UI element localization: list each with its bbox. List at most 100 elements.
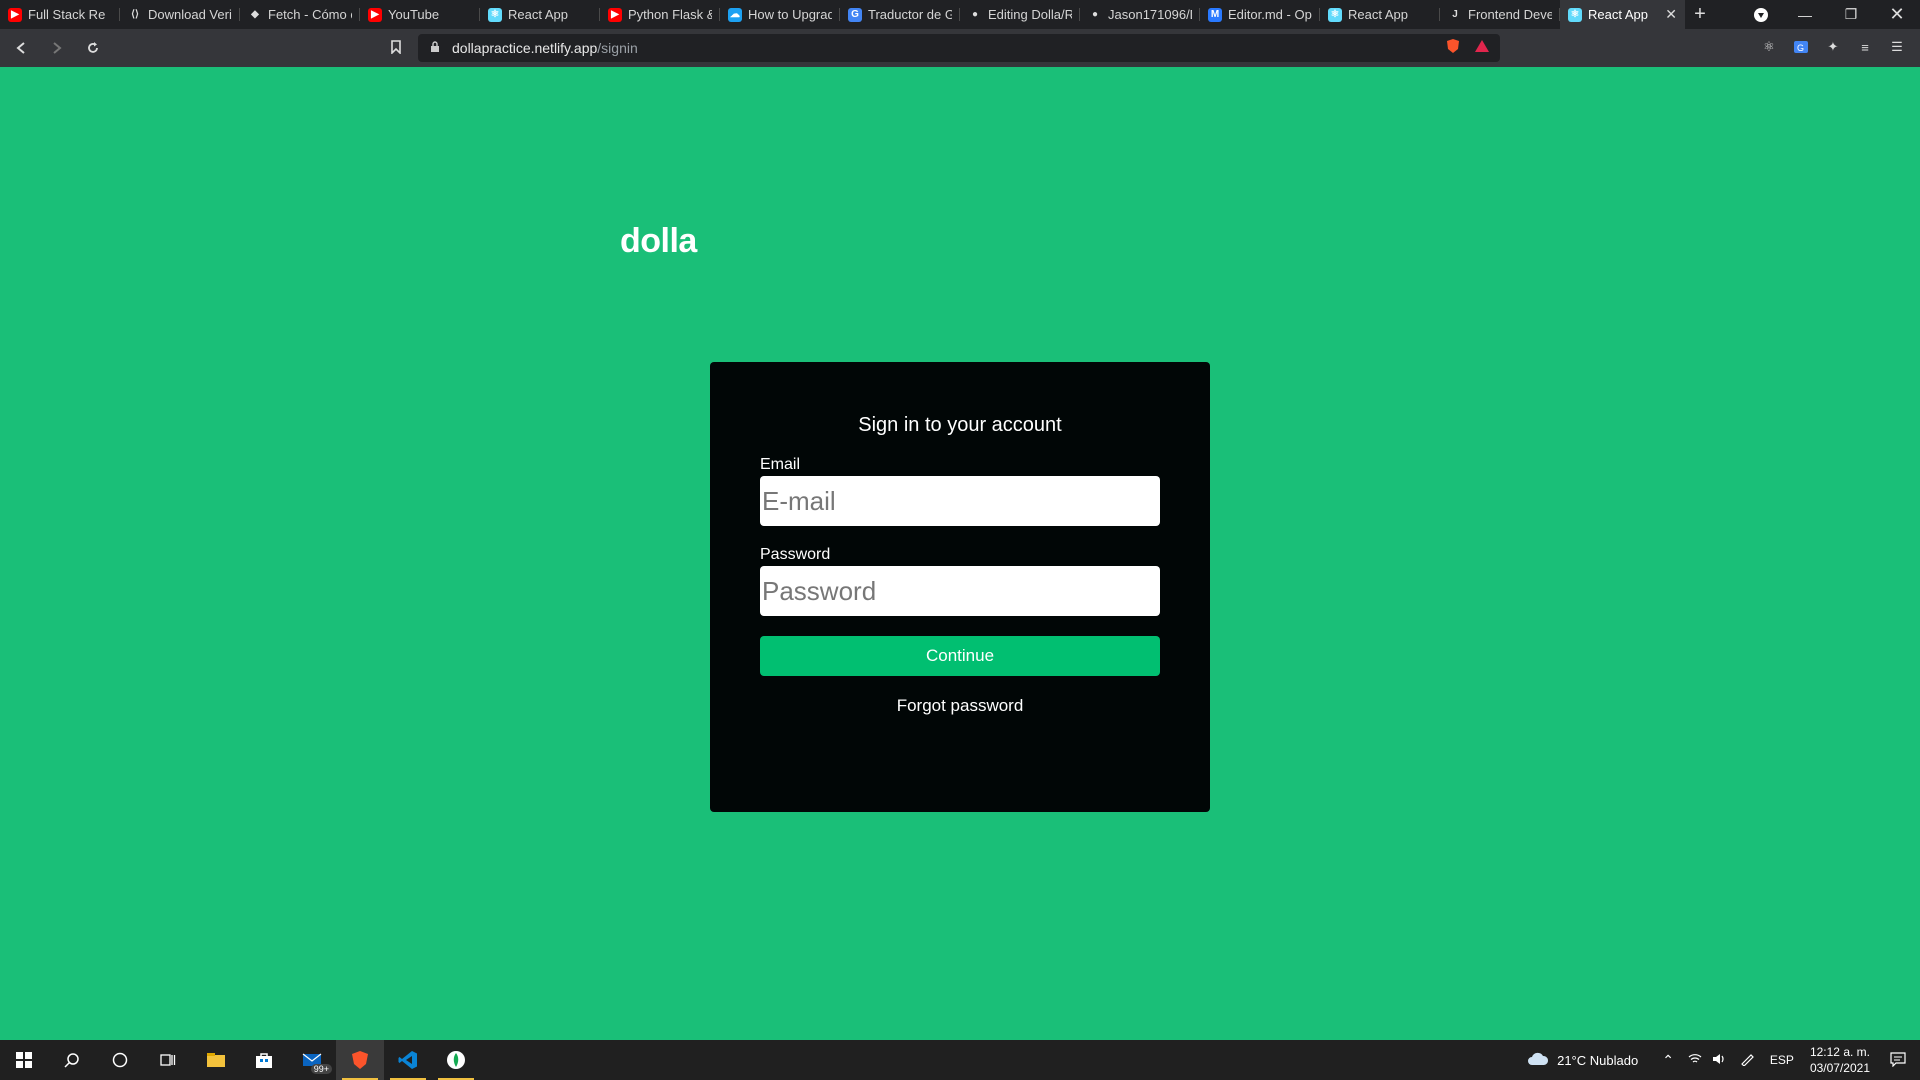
tab-label: Editor.md - Op — [1228, 7, 1312, 22]
tab-label: Fetch - Cómo c — [268, 7, 352, 22]
browser-tab[interactable]: ▶ Full Stack Re — [0, 0, 120, 29]
tab-label: React App — [1588, 7, 1648, 22]
forgot-password-link[interactable]: Forgot password — [710, 696, 1210, 716]
clock[interactable]: 12:12 a. m. 03/07/2021 — [1810, 1044, 1870, 1076]
password-label: Password — [760, 546, 831, 563]
brave-rewards-icon[interactable] — [1474, 39, 1490, 56]
signin-card: Sign in to your account Email Password C… — [710, 362, 1210, 812]
weather-cloud-icon[interactable] — [1527, 1052, 1549, 1069]
email-label: Email — [760, 456, 801, 473]
m-icon: M — [1208, 7, 1222, 22]
tab-label: Editing Dolla/R — [988, 7, 1072, 22]
tab-label: Python Flask & — [628, 7, 712, 22]
pen-icon[interactable] — [1740, 1052, 1754, 1069]
network-icon[interactable] — [1688, 1053, 1702, 1068]
continue-button[interactable]: Continue — [760, 636, 1160, 676]
diamond-icon: ◆ — [248, 7, 262, 22]
password-field[interactable] — [760, 566, 1160, 616]
mongodb-compass-icon[interactable] — [432, 1040, 480, 1080]
notifications-icon[interactable] — [1890, 1051, 1906, 1070]
restore-icon[interactable]: ❐ — [1828, 0, 1874, 29]
github-icon: ● — [1088, 7, 1102, 22]
browser-tab[interactable]: ☁ How to Upgrad — [720, 0, 840, 29]
translate-extension-icon[interactable]: G — [1792, 38, 1810, 56]
browser-tab-strip: ▶ Full Stack Re ⟨⟩ Download Verif ◆ Fetch - C… — [0, 0, 1920, 29]
youtube-icon: ▶ — [608, 7, 622, 22]
react-icon: ⚛ — [488, 7, 502, 22]
reload-icon[interactable] — [78, 33, 108, 63]
url-path: /signin — [597, 40, 638, 56]
svg-text:G: G — [1797, 43, 1804, 53]
translate-icon: G — [848, 7, 862, 22]
menu-icon[interactable]: ☰ — [1888, 38, 1906, 56]
tab-label: YouTube — [388, 7, 440, 22]
email-field[interactable] — [760, 476, 1160, 526]
cloud-icon: ☁ — [728, 7, 742, 22]
tab-label: React App — [1348, 7, 1408, 22]
bookmark-icon[interactable] — [390, 40, 402, 59]
playlist-icon[interactable]: ≡ — [1856, 38, 1874, 56]
github-icon: ● — [968, 7, 982, 22]
extensions-icon[interactable]: ✦ — [1824, 38, 1842, 56]
browser-tab[interactable]: ⚛ React App ✕ — [1560, 0, 1685, 29]
code-icon: ⟨⟩ — [128, 7, 142, 22]
card-title: Sign in to your account — [858, 414, 1062, 436]
search-icon[interactable] — [48, 1040, 96, 1080]
tab-label: Frontend Deve — [1468, 7, 1552, 22]
tab-label: How to Upgrad — [748, 7, 832, 22]
file-explorer-icon[interactable] — [192, 1040, 240, 1080]
tab-label: Traductor de G — [868, 7, 952, 22]
browser-tab[interactable]: ▶ Python Flask & — [600, 0, 720, 29]
react-icon: ⚛ — [1568, 7, 1582, 22]
brave-browser-icon[interactable] — [336, 1040, 384, 1080]
weather-text[interactable]: 21°C Nublado — [1557, 1053, 1638, 1068]
youtube-icon: ▶ — [368, 7, 382, 22]
back-icon[interactable] — [6, 33, 36, 63]
new-tab-button[interactable]: + — [1685, 3, 1715, 26]
close-window-icon[interactable]: ✕ — [1874, 0, 1920, 29]
tab-label: Full Stack Re — [28, 7, 106, 22]
mail-badge: 99+ — [310, 1064, 332, 1074]
browser-tab[interactable]: ⚛ React App — [480, 0, 600, 29]
j-icon: J — [1448, 7, 1462, 22]
tab-label: Download Verif — [148, 7, 232, 22]
clock-date: 03/07/2021 — [1809, 1061, 1870, 1075]
forward-icon[interactable] — [42, 33, 72, 63]
task-view-icon[interactable] — [144, 1040, 192, 1080]
language-indicator[interactable]: ESP — [1770, 1053, 1794, 1067]
youtube-icon: ▶ — [8, 7, 22, 22]
react-icon: ⚛ — [1328, 7, 1342, 22]
volume-icon[interactable] — [1712, 1053, 1726, 1068]
browser-tab[interactable]: ◆ Fetch - Cómo c — [240, 0, 360, 29]
minimize-icon[interactable]: — — [1782, 0, 1828, 29]
browser-tab[interactable]: ▶ YouTube — [360, 0, 480, 29]
clock-time: 12:12 a. m. — [1809, 1045, 1870, 1059]
tab-label: Jason171096/D — [1108, 7, 1192, 22]
browser-toolbar: dollapractice.netlify.app/signin ⚛ G ✦ ≡… — [0, 29, 1920, 67]
browser-tab[interactable]: ⟨⟩ Download Verif — [120, 0, 240, 29]
browser-tab[interactable]: ● Jason171096/D — [1080, 0, 1200, 29]
browser-tab[interactable]: ● Editing Dolla/R — [960, 0, 1080, 29]
mail-icon[interactable]: 99+ — [288, 1040, 336, 1080]
browser-tab[interactable]: ⚛ React App — [1320, 0, 1440, 29]
lock-icon — [430, 40, 442, 56]
url-host: dollapractice.netlify.app — [452, 40, 598, 56]
windows-taskbar: 99+ 21°C Nublado ⌃ ESP 12:12 a. m. 03/07… — [0, 1040, 1920, 1080]
cortana-icon[interactable] — [96, 1040, 144, 1080]
close-tab-icon[interactable]: ✕ — [1665, 6, 1677, 23]
browser-tab[interactable]: J Frontend Deve — [1440, 0, 1560, 29]
browser-tab[interactable]: G Traductor de G — [840, 0, 960, 29]
address-bar[interactable]: dollapractice.netlify.app/signin — [418, 34, 1500, 62]
tab-label: React App — [508, 7, 568, 22]
react-devtools-icon[interactable]: ⚛ — [1760, 38, 1778, 56]
vscode-icon[interactable] — [384, 1040, 432, 1080]
store-icon[interactable] — [240, 1040, 288, 1080]
system-tray: 21°C Nublado ⌃ ESP 12:12 a. m. 03/07/202… — [1527, 1040, 1920, 1080]
profile-icon[interactable] — [1738, 0, 1784, 29]
show-hidden-icons-chevron-icon[interactable]: ⌃ — [1662, 1052, 1674, 1069]
dolla-logo[interactable]: dolla — [620, 222, 697, 261]
brave-shield-icon[interactable] — [1446, 38, 1460, 57]
windows-start-icon[interactable] — [0, 1040, 48, 1080]
browser-tab[interactable]: M Editor.md - Op — [1200, 0, 1320, 29]
tab-list: ▶ Full Stack Re ⟨⟩ Download Verif ◆ Fetch - C… — [0, 0, 1685, 29]
